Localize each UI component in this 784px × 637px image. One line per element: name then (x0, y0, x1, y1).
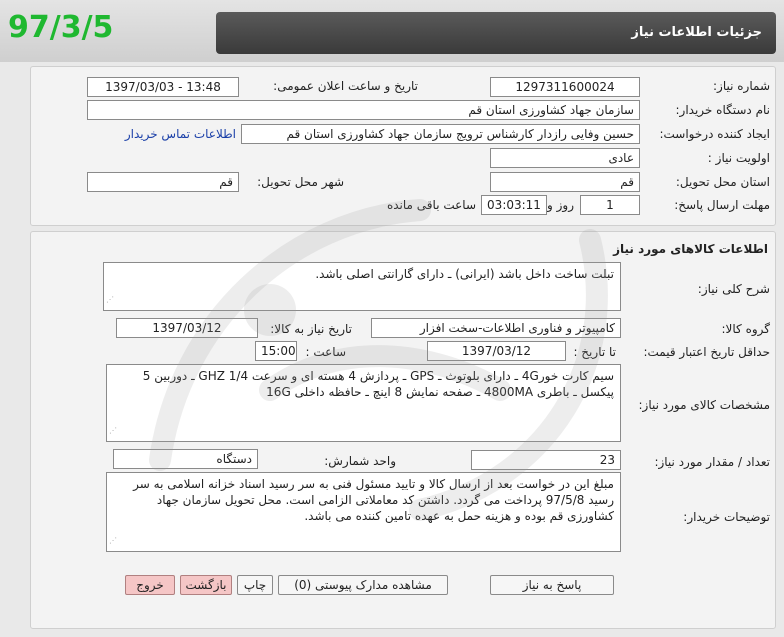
hour-label: ساعت : (305, 345, 346, 359)
city-field[interactable]: قم (87, 172, 239, 192)
hour-field[interactable]: 15:00 (255, 341, 297, 361)
page-title: جزئیات اطلاعات نیاز (216, 12, 776, 54)
min-validity-label: حداقل تاریخ اعتبار قیمت: (643, 345, 770, 359)
buyer-org-field[interactable]: سازمان جهاد کشاورزی استان قم (87, 100, 640, 120)
buyer-notes-label: توضیحات خریدار: (683, 510, 770, 524)
buyer-contact-link[interactable]: اطلاعات تماس خریدار (125, 127, 236, 141)
need-date-label: تاریخ نیاز به کالا: (270, 322, 352, 336)
time-left-label: ساعت باقی مانده (386, 198, 476, 212)
unit-label: واحد شمارش: (324, 454, 396, 468)
quantity-label: تعداد / مقدار مورد نیاز: (654, 455, 770, 469)
back-button[interactable]: بازگشت (180, 575, 232, 595)
exit-button[interactable]: خروج (125, 575, 175, 595)
buyer-org-label: نام دستگاه خریدار: (675, 103, 771, 117)
province-label: استان محل تحویل: (675, 175, 770, 189)
need-number-field[interactable]: 1297311600024 (490, 77, 640, 97)
print-button[interactable]: چاپ (237, 575, 273, 595)
time-left-field[interactable]: 03:03:11 (481, 195, 547, 215)
specs-field[interactable]: سیم کارت خور4G ـ دارای بلوتوث ـ GPS ـ پر… (106, 364, 621, 442)
until-date-field[interactable]: 1397/03/12 (427, 341, 566, 361)
priority-field[interactable]: عادی (490, 148, 640, 168)
requester-label: ایجاد کننده درخواست: (659, 127, 770, 141)
requester-field[interactable]: حسین وفایی رازدار کارشناس ترویج سازمان ج… (241, 124, 640, 144)
goods-group-label: گروه کالا: (721, 322, 771, 336)
reply-button[interactable]: پاسخ به نیاز (490, 575, 614, 595)
goods-group-field[interactable]: کامپیوتر و فناوری اطلاعات-سخت افزار (371, 318, 621, 338)
until-date-label: تا تاریخ : (573, 345, 616, 359)
unit-field[interactable]: دستگاه (113, 449, 258, 469)
specs-label: مشخصات کالای مورد نیاز: (638, 398, 770, 412)
corner-date-stamp: 97/3/5 (8, 10, 114, 45)
resize-handle-icon[interactable]: ⋰ (106, 292, 114, 308)
buyer-notes-text: مبلغ این در خواست بعد از ارسال کالا و تا… (133, 477, 614, 523)
need-date-field[interactable]: 1397/03/12 (116, 318, 258, 338)
city-label: شهر محل تحویل: (257, 175, 344, 189)
announce-datetime-field[interactable]: 1397/03/03 - 13:48 (87, 77, 239, 97)
priority-label: اولویت نیاز : (707, 151, 770, 165)
resize-handle-icon[interactable]: ⋰ (109, 423, 117, 439)
deadline-label: مهلت ارسال پاسخ: (674, 198, 770, 212)
general-desc-field[interactable]: تبلت ساخت داخل باشد (ایرانی) ـ دارای گار… (103, 262, 621, 311)
attachments-button[interactable]: مشاهده مدارک پیوستی (0) (278, 575, 448, 595)
resize-handle-icon[interactable]: ⋰ (109, 533, 117, 549)
days-label: روز و (547, 198, 574, 212)
days-field[interactable]: 1 (580, 195, 640, 215)
province-field[interactable]: قم (490, 172, 640, 192)
general-desc-label: شرح کلی نیاز: (697, 282, 770, 296)
need-number-label: شماره نیاز: (713, 79, 770, 93)
announce-datetime-label: تاریخ و ساعت اعلان عمومی: (273, 79, 418, 93)
goods-section-title: اطلاعات کالاهای مورد نیاز (613, 242, 768, 256)
specs-text: سیم کارت خور4G ـ دارای بلوتوث ـ GPS ـ پر… (142, 369, 614, 399)
quantity-field[interactable]: 23 (471, 450, 621, 470)
general-desc-text: تبلت ساخت داخل باشد (ایرانی) ـ دارای گار… (315, 267, 614, 281)
buyer-notes-field[interactable]: مبلغ این در خواست بعد از ارسال کالا و تا… (106, 472, 621, 552)
